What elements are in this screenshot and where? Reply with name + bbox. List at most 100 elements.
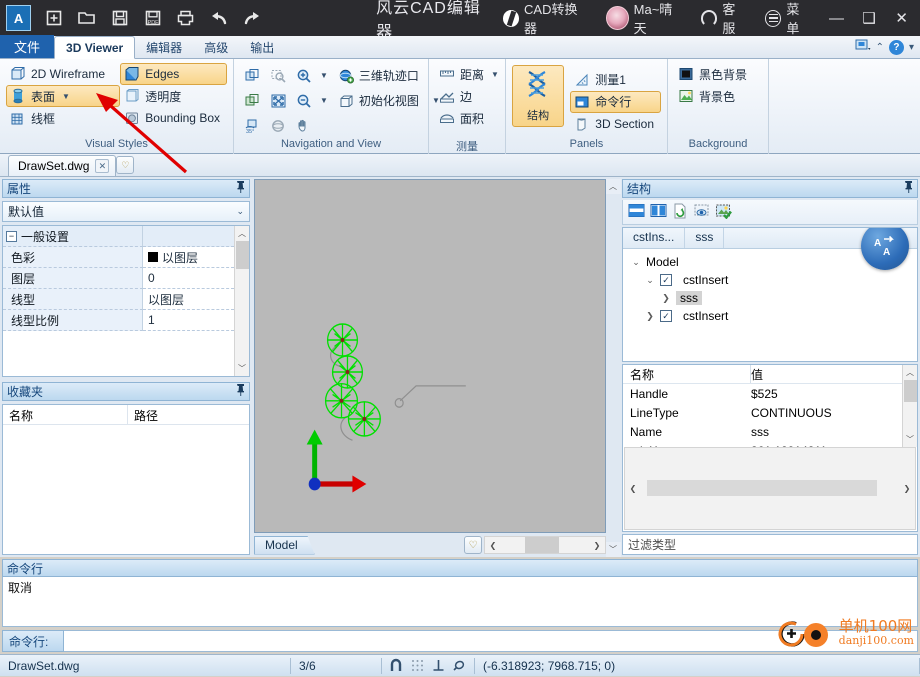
- scroll-down-icon[interactable]: ﹀: [903, 432, 918, 447]
- tab-advanced[interactable]: 高级: [193, 36, 239, 58]
- scroll-down-icon[interactable]: ﹀: [235, 361, 250, 376]
- print-icon[interactable]: [171, 3, 200, 33]
- button-wireframe[interactable]: 线框: [6, 107, 120, 129]
- scrollbar-thumb[interactable]: [525, 537, 559, 553]
- model-tab[interactable]: Model: [254, 535, 315, 555]
- rotate-35-icon[interactable]: 35°: [240, 115, 264, 137]
- button-measure-area[interactable]: 面积: [435, 107, 506, 129]
- tab-file[interactable]: 文件: [0, 35, 55, 58]
- button-surface[interactable]: 表面 ▼: [6, 85, 121, 107]
- checkbox[interactable]: ✓: [660, 274, 672, 286]
- zoom-in-icon[interactable]: [292, 65, 316, 87]
- scrollbar-thumb[interactable]: [235, 241, 249, 269]
- chevron-right-icon[interactable]: ❯: [661, 293, 671, 304]
- structure-tree[interactable]: cstIns... sss ⌄ Model ⌄ ✓ cstInsert ❯ ss…: [622, 227, 918, 362]
- pan-window-icon[interactable]: [240, 65, 264, 87]
- tab-3d-viewer[interactable]: 3D Viewer: [54, 36, 136, 59]
- structure-prop-scrollbar[interactable]: ︿ ﹀: [902, 365, 917, 447]
- pin-icon[interactable]: [236, 181, 245, 196]
- tree-tab-cstinsert[interactable]: cstIns...: [623, 228, 686, 248]
- scrollbar-thumb[interactable]: [903, 380, 917, 402]
- ortho-icon[interactable]: [430, 657, 447, 674]
- zoom-previous-icon[interactable]: [240, 90, 264, 112]
- property-row-linetype[interactable]: 线型 以图层: [3, 289, 234, 310]
- collapse-ribbon-icon[interactable]: ⌃: [876, 42, 884, 53]
- orbit-constrained-icon[interactable]: [266, 115, 290, 137]
- scrollbar-thumb[interactable]: [647, 480, 877, 497]
- tab-editor[interactable]: 编辑器: [135, 36, 193, 58]
- button-3d-section[interactable]: 3D Section: [570, 113, 661, 135]
- structure-prop-hscrollbar[interactable]: ❮ ❯: [624, 446, 916, 530]
- menu-button[interactable]: 菜单: [756, 0, 820, 36]
- pin-icon[interactable]: [236, 383, 245, 399]
- 3d-viewport[interactable]: [254, 179, 606, 533]
- button-measure-edge[interactable]: 边: [435, 85, 506, 107]
- chevron-right-icon[interactable]: ❯: [645, 311, 655, 322]
- tree-tab-sss[interactable]: sss: [685, 228, 725, 248]
- structure-prop-row-name[interactable]: Name sss: [623, 422, 902, 441]
- screen-display-icon[interactable]: [855, 39, 871, 56]
- zoom-window-icon[interactable]: [266, 65, 290, 87]
- new-file-icon[interactable]: [39, 3, 68, 33]
- property-group-row[interactable]: − 一般设置: [3, 226, 234, 247]
- close-button[interactable]: ✕: [885, 0, 918, 36]
- zoom-out-icon[interactable]: [292, 90, 316, 112]
- scroll-up-icon[interactable]: ︿: [903, 365, 918, 380]
- tree-node-sss[interactable]: ❯ sss: [629, 289, 917, 307]
- redo-icon[interactable]: [237, 3, 266, 33]
- grid-icon[interactable]: [409, 657, 426, 674]
- property-value-color[interactable]: 以图层: [143, 247, 234, 268]
- undo-icon[interactable]: [204, 3, 233, 33]
- collapse-expander-icon[interactable]: −: [6, 230, 17, 242]
- refresh-document-icon[interactable]: [672, 203, 688, 222]
- structure-prop-row-handle[interactable]: Handle $525: [623, 384, 902, 403]
- zoom-out-dropdown-icon[interactable]: ▼: [320, 96, 328, 105]
- structure-prop-row-linetype[interactable]: LineType CONTINUOUS: [623, 403, 902, 422]
- property-value-linetype[interactable]: 以图层: [143, 289, 234, 310]
- viewport-vertical-scrollbar[interactable]: ︿ ﹀: [605, 177, 621, 557]
- button-2d-wireframe[interactable]: 2D Wireframe: [6, 63, 120, 85]
- tab-output[interactable]: 输出: [239, 36, 285, 58]
- button-black-background[interactable]: 黑色背景: [674, 63, 754, 85]
- button-edges[interactable]: Edges: [120, 63, 227, 85]
- viewport-horizontal-scrollbar[interactable]: ❮ ❯: [484, 536, 606, 554]
- button-structure-panel[interactable]: 结构: [512, 65, 565, 127]
- filter-type-input[interactable]: 过滤类型: [622, 534, 918, 555]
- chevron-down-icon[interactable]: ▼: [62, 92, 70, 101]
- tree-node-cstinsert-2[interactable]: ❯ ✓ cstInsert: [629, 307, 917, 325]
- pin-icon[interactable]: [904, 181, 913, 196]
- split-horizontal-icon[interactable]: [628, 203, 645, 221]
- scroll-up-icon[interactable]: ︿: [235, 226, 250, 241]
- scroll-left-icon[interactable]: ❮: [485, 537, 501, 553]
- save-icon[interactable]: [105, 3, 134, 33]
- app-logo-icon[interactable]: A: [6, 5, 32, 31]
- save-pdf-icon[interactable]: PDF: [138, 3, 167, 33]
- button-measure-panel[interactable]: 测量1: [570, 69, 661, 91]
- button-bounding-box[interactable]: Bounding Box: [120, 107, 227, 129]
- property-value-layer[interactable]: 0: [143, 268, 234, 289]
- zoom-in-dropdown-icon[interactable]: ▼: [320, 71, 328, 80]
- panel-collapse-button[interactable]: ♡: [116, 156, 135, 174]
- properties-selector[interactable]: 默认值 ⌄: [2, 201, 250, 222]
- chevron-down-icon[interactable]: ⌄: [645, 275, 655, 286]
- button-background-color[interactable]: 背景色: [674, 85, 754, 107]
- viewport-options-button[interactable]: ♡: [464, 536, 482, 554]
- osnap-icon[interactable]: [388, 657, 405, 674]
- scroll-down-icon[interactable]: ﹀: [605, 542, 621, 557]
- pan-hand-icon[interactable]: [292, 115, 316, 137]
- property-row-layer[interactable]: 图层 0: [3, 268, 234, 289]
- open-folder-icon[interactable]: [72, 3, 101, 33]
- property-row-color[interactable]: 色彩 以图层: [3, 247, 234, 268]
- scroll-up-icon[interactable]: ︿: [605, 179, 621, 194]
- property-row-linetype-scale[interactable]: 线型比例 1: [3, 310, 234, 331]
- user-account-button[interactable]: Ma~晴天: [597, 0, 692, 36]
- button-measure-distance[interactable]: 距离 ▼: [435, 63, 506, 85]
- minimize-button[interactable]: —: [820, 0, 853, 36]
- help-dropdown-icon[interactable]: ▾: [909, 42, 914, 53]
- measure-distance-dropdown-icon[interactable]: ▼: [491, 70, 499, 79]
- split-vertical-icon[interactable]: [650, 203, 667, 221]
- properties-scrollbar[interactable]: ︿ ﹀: [234, 226, 249, 376]
- zoom-extents-icon[interactable]: [266, 90, 290, 112]
- chevron-down-icon[interactable]: ⌄: [236, 206, 244, 217]
- scroll-right-icon[interactable]: ❯: [899, 480, 915, 496]
